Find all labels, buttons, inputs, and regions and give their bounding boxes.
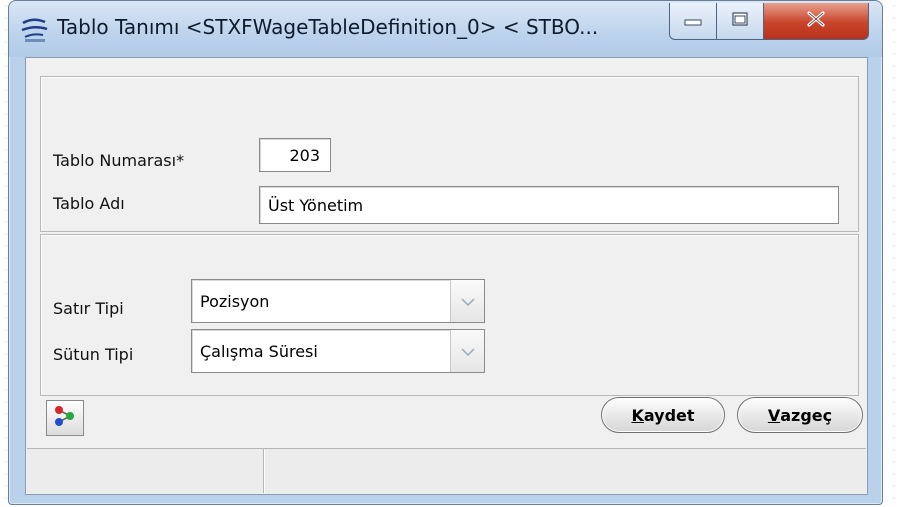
table-name-label: Tablo Adı — [53, 194, 125, 213]
table-number-input[interactable]: 203 — [259, 138, 331, 172]
table-number-label: Tablo Numarası* — [53, 151, 185, 170]
table-name-input[interactable]: Üst Yönetim — [259, 186, 839, 224]
cancel-button[interactable]: Vazgeç — [737, 397, 863, 433]
minimize-icon — [684, 12, 702, 31]
save-button[interactable]: Kaydet — [601, 397, 725, 433]
dialog-client-area: Tablo Numarası* 203 Tablo Adı Üst Yöneti… — [25, 57, 868, 495]
column-type-label: Sütun Tipi — [53, 345, 134, 364]
row-type-label: Satır Tipi — [53, 299, 124, 318]
maximize-icon — [731, 11, 749, 31]
row-type-dropdown-button[interactable] — [450, 280, 484, 322]
dialog-window: Tablo Tanımı <STXFWageTableDefinition_0>… — [8, 0, 883, 505]
close-button[interactable] — [763, 3, 869, 40]
column-type-value: Çalışma Süresi — [200, 341, 318, 361]
table-name-value: Üst Yönetim — [268, 195, 364, 215]
save-mnemonic: K — [631, 405, 644, 425]
chevron-down-icon — [460, 292, 476, 311]
close-icon — [805, 10, 827, 32]
table-info-group: Tablo Numarası* 203 Tablo Adı Üst Yöneti… — [40, 76, 859, 232]
tool-button[interactable] — [46, 400, 84, 436]
minimize-button[interactable] — [669, 3, 717, 40]
window-title: Tablo Tanımı <STXFWageTableDefinition_0>… — [57, 15, 599, 39]
status-cell-1 — [27, 449, 264, 493]
title-bar[interactable]: Tablo Tanımı <STXFWageTableDefinition_0>… — [9, 1, 882, 57]
row-type-value: Pozisyon — [200, 291, 270, 311]
colored-nodes-icon — [53, 405, 77, 431]
status-bar — [27, 448, 866, 493]
cancel-label: azgeç — [780, 405, 833, 425]
type-settings-group: Satır Tipi Pozisyon Sütun Tipi Çalışma S… — [40, 234, 859, 396]
save-label: aydet — [643, 405, 695, 425]
table-number-value: 203 — [289, 145, 320, 165]
app-logo-icon — [19, 15, 51, 45]
column-type-dropdown-button[interactable] — [450, 330, 484, 372]
row-type-select[interactable]: Pozisyon — [191, 279, 485, 323]
chevron-down-icon — [460, 342, 476, 361]
column-type-select[interactable]: Çalışma Süresi — [191, 329, 485, 373]
cancel-mnemonic: V — [767, 405, 781, 425]
maximize-button[interactable] — [716, 3, 764, 40]
